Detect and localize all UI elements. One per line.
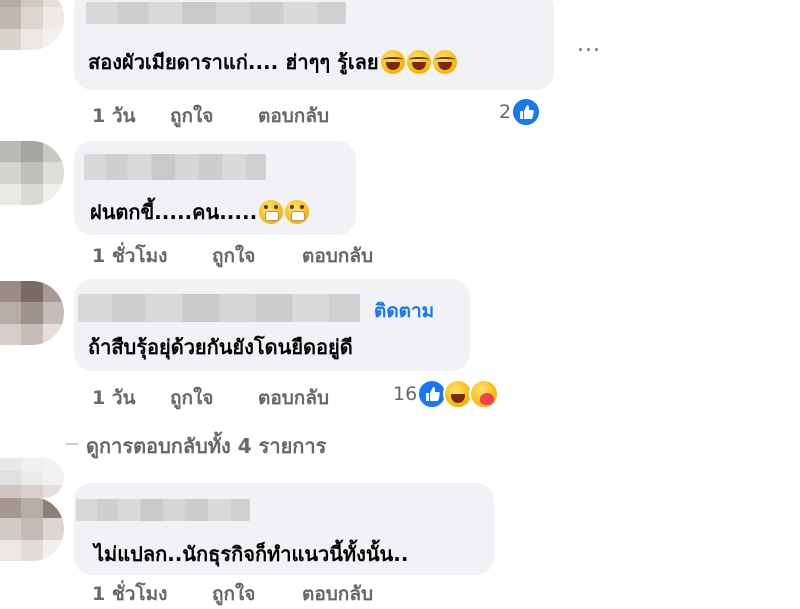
comment-text: ถ้าสืบรุ้อยุ่ด้วยกันยังโดนยืดอยู่ดี <box>88 331 353 363</box>
more-options-icon[interactable]: ... <box>577 32 601 57</box>
comment-bubble: ติดตาม ถ้าสืบรุ้อยุ่ด้วยกันยังโดนยืดอยู่… <box>74 279 470 371</box>
care-icon <box>469 379 500 409</box>
author-name-blurred[interactable] <box>78 294 360 322</box>
like-button[interactable]: ถูกใจ <box>170 383 213 413</box>
author-name-blurred[interactable] <box>84 154 266 180</box>
comment-text: สองผัวเมียดาราแก่.... ฮ่าๆๆ รู้เลย <box>88 46 457 78</box>
comment-time[interactable]: 1 วัน <box>92 101 136 131</box>
comment-bubble: ฝนตกขี้.....คน..... <box>74 141 356 235</box>
reply-button[interactable]: ตอบกลับ <box>258 383 329 413</box>
reaction-summary[interactable]: 16 <box>393 379 500 409</box>
avatar[interactable] <box>0 281 64 345</box>
follow-button[interactable]: ติดตาม <box>374 296 434 326</box>
avatar[interactable] <box>0 497 64 561</box>
grimacing-emoji <box>285 200 310 224</box>
avatar[interactable] <box>0 141 64 205</box>
comment-time[interactable]: 1 ชั่วโมง <box>92 579 167 609</box>
comment-time[interactable]: 1 ชั่วโมง <box>92 241 167 271</box>
author-name-blurred[interactable] <box>76 499 250 521</box>
like-button[interactable]: ถูกใจ <box>212 579 255 609</box>
grinning-tears-emoji <box>432 50 457 74</box>
avatar-partial <box>0 458 64 498</box>
like-icon <box>511 97 542 127</box>
like-button[interactable]: ถูกใจ <box>170 101 213 131</box>
view-replies-link[interactable]: ดูการตอบกลับทั้ง 4 รายการ <box>86 430 326 462</box>
comment-bubble: ไม่แปลก..นักธุรกิจก็ทำแนวนี้ทั้งนั้น.. <box>74 483 494 575</box>
comment-body: ถ้าสืบรุ้อยุ่ด้วยกันยังโดนยืดอยู่ดี <box>88 335 353 359</box>
grinning-tears-emoji <box>380 50 405 74</box>
comment-text: ฝนตกขี้.....คน..... <box>90 196 310 228</box>
comment-body: ไม่แปลก..นักธุรกิจก็ทำแนวนี้ทั้งนั้น.. <box>94 542 409 566</box>
comment-text: ไม่แปลก..นักธุรกิจก็ทำแนวนี้ทั้งนั้น.. <box>94 538 408 570</box>
grinning-tears-emoji <box>406 50 431 74</box>
grimacing-emoji <box>259 200 284 224</box>
author-name-blurred[interactable] <box>86 2 346 24</box>
reply-button[interactable]: ตอบกลับ <box>302 241 373 271</box>
thread-connector <box>66 443 78 445</box>
comment-bubble: สองผัวเมียดาราแก่.... ฮ่าๆๆ รู้เลย <box>74 0 554 90</box>
reaction-count: 16 <box>393 383 418 405</box>
reaction-summary[interactable]: 2 <box>499 97 542 127</box>
reaction-count: 2 <box>499 101 512 123</box>
comment-body: สองผัวเมียดาราแก่.... ฮ่าๆๆ รู้เลย <box>88 50 379 74</box>
reply-button[interactable]: ตอบกลับ <box>258 101 329 131</box>
comment-body: ฝนตกขี้.....คน..... <box>90 200 258 224</box>
reply-button[interactable]: ตอบกลับ <box>302 579 373 609</box>
avatar[interactable] <box>0 0 64 50</box>
comment-time[interactable]: 1 วัน <box>92 383 136 413</box>
like-button[interactable]: ถูกใจ <box>212 241 255 271</box>
